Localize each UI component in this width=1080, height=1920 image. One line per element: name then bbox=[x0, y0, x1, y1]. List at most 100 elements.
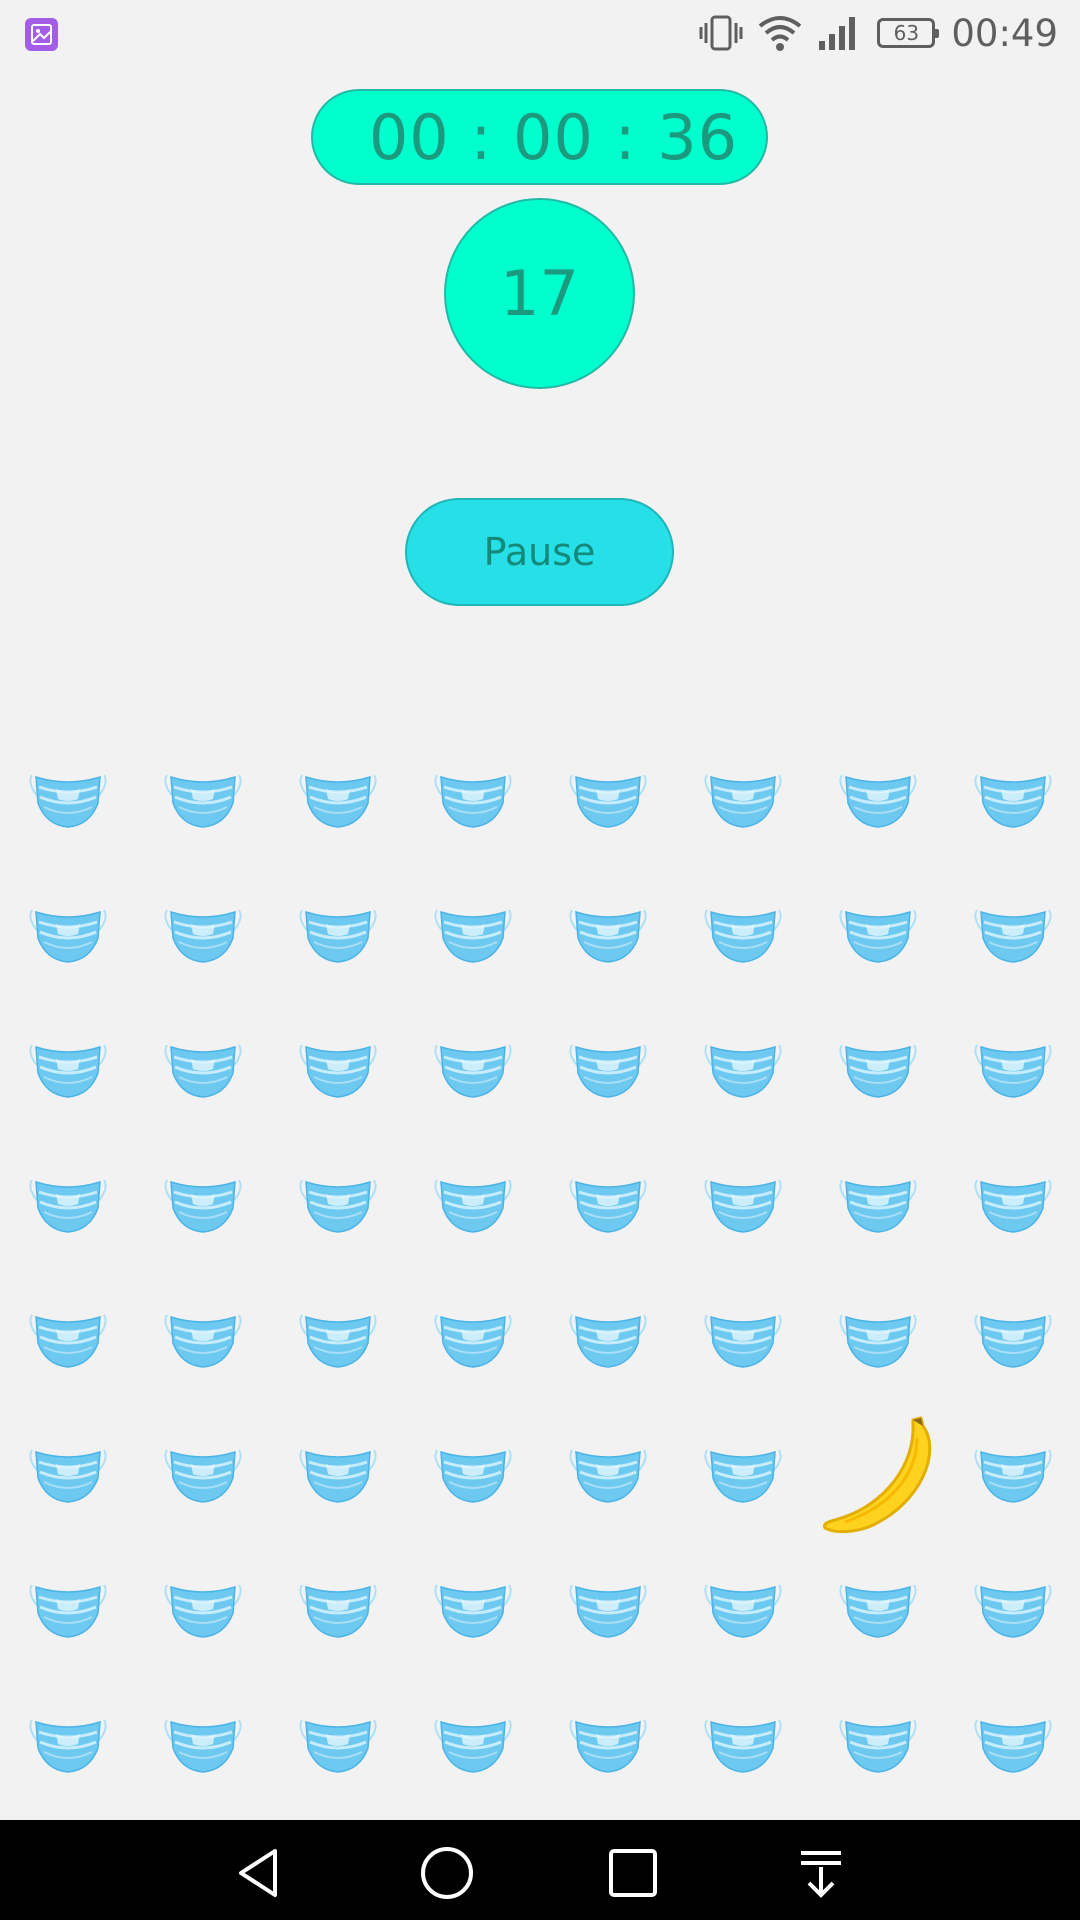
board-tile[interactable] bbox=[270, 1272, 405, 1407]
board-tile[interactable] bbox=[540, 1137, 675, 1272]
board-tile[interactable] bbox=[945, 1272, 1080, 1407]
mask-icon bbox=[431, 1174, 515, 1236]
board-tile[interactable] bbox=[810, 1407, 945, 1542]
mask-icon bbox=[836, 904, 920, 966]
mask-icon bbox=[161, 1714, 245, 1776]
board-tile[interactable] bbox=[405, 1407, 540, 1542]
mask-icon bbox=[431, 1579, 515, 1641]
board-tile[interactable] bbox=[540, 1002, 675, 1137]
board-tile[interactable] bbox=[945, 1137, 1080, 1272]
mask-icon bbox=[971, 1039, 1055, 1101]
board-tile[interactable] bbox=[0, 1677, 135, 1812]
board-tile[interactable] bbox=[945, 732, 1080, 867]
board-tile[interactable] bbox=[135, 1137, 270, 1272]
home-icon[interactable] bbox=[412, 1838, 482, 1908]
board-tile[interactable] bbox=[675, 1272, 810, 1407]
mask-icon bbox=[566, 1714, 650, 1776]
board-tile[interactable] bbox=[0, 1137, 135, 1272]
board-tile[interactable] bbox=[0, 1272, 135, 1407]
board-tile[interactable] bbox=[810, 1677, 945, 1812]
board-tile[interactable] bbox=[405, 732, 540, 867]
mask-icon bbox=[836, 1714, 920, 1776]
mask-icon bbox=[296, 769, 380, 831]
board-tile[interactable] bbox=[135, 1542, 270, 1677]
board-tile[interactable] bbox=[0, 1407, 135, 1542]
board-tile[interactable] bbox=[540, 1407, 675, 1542]
board-tile[interactable] bbox=[945, 867, 1080, 1002]
board-tile[interactable] bbox=[945, 1542, 1080, 1677]
mask-icon bbox=[836, 1174, 920, 1236]
board-tile[interactable] bbox=[540, 867, 675, 1002]
mask-icon bbox=[431, 1309, 515, 1371]
banana-icon bbox=[813, 1410, 943, 1540]
board-tile[interactable] bbox=[405, 1272, 540, 1407]
board-tile[interactable] bbox=[810, 1137, 945, 1272]
board-tile[interactable] bbox=[270, 1542, 405, 1677]
mask-icon bbox=[161, 769, 245, 831]
board-tile[interactable] bbox=[540, 1272, 675, 1407]
mask-icon bbox=[971, 1174, 1055, 1236]
board-tile[interactable] bbox=[135, 1272, 270, 1407]
mask-icon bbox=[26, 1579, 110, 1641]
board-tile[interactable] bbox=[0, 1002, 135, 1137]
mask-icon bbox=[296, 1444, 380, 1506]
mask-icon bbox=[701, 1714, 785, 1776]
board-tile[interactable] bbox=[810, 1272, 945, 1407]
pause-button[interactable]: Pause bbox=[405, 498, 674, 606]
game-timer: 00 : 00 : 36 bbox=[311, 89, 768, 185]
notification-pull-icon[interactable] bbox=[786, 1838, 856, 1908]
board-tile[interactable] bbox=[810, 732, 945, 867]
board-tile[interactable] bbox=[270, 867, 405, 1002]
board-tile[interactable] bbox=[810, 1002, 945, 1137]
board-tile[interactable] bbox=[135, 1677, 270, 1812]
board-tile[interactable] bbox=[675, 1002, 810, 1137]
mask-icon bbox=[701, 1174, 785, 1236]
board-tile[interactable] bbox=[945, 1677, 1080, 1812]
mask-icon bbox=[836, 1579, 920, 1641]
board-tile[interactable] bbox=[0, 867, 135, 1002]
board-tile[interactable] bbox=[405, 867, 540, 1002]
board-tile[interactable] bbox=[135, 732, 270, 867]
board-tile[interactable] bbox=[675, 1677, 810, 1812]
board-tile[interactable] bbox=[405, 1137, 540, 1272]
board-tile[interactable] bbox=[945, 1407, 1080, 1542]
board-tile[interactable] bbox=[270, 1002, 405, 1137]
board-tile[interactable] bbox=[405, 1677, 540, 1812]
mask-icon bbox=[296, 904, 380, 966]
board-tile[interactable] bbox=[135, 1002, 270, 1137]
board-tile[interactable] bbox=[675, 867, 810, 1002]
board-tile[interactable] bbox=[540, 732, 675, 867]
board-tile[interactable] bbox=[405, 1002, 540, 1137]
board-tile[interactable] bbox=[675, 1542, 810, 1677]
mask-icon bbox=[701, 1579, 785, 1641]
board-tile[interactable] bbox=[810, 867, 945, 1002]
board-tile[interactable] bbox=[945, 1002, 1080, 1137]
mask-icon bbox=[971, 1444, 1055, 1506]
recents-icon[interactable] bbox=[598, 1838, 668, 1908]
vibrate-icon bbox=[699, 14, 743, 52]
mask-icon bbox=[161, 904, 245, 966]
board-tile[interactable] bbox=[270, 1137, 405, 1272]
board-tile[interactable] bbox=[810, 1542, 945, 1677]
board-tile[interactable] bbox=[675, 732, 810, 867]
board-tile[interactable] bbox=[270, 1407, 405, 1542]
mask-icon bbox=[971, 769, 1055, 831]
mask-icon bbox=[26, 1309, 110, 1371]
board-tile[interactable] bbox=[405, 1542, 540, 1677]
back-icon[interactable] bbox=[224, 1838, 294, 1908]
board-tile[interactable] bbox=[675, 1137, 810, 1272]
board-tile[interactable] bbox=[675, 1407, 810, 1542]
mask-icon bbox=[26, 769, 110, 831]
board-tile[interactable] bbox=[540, 1542, 675, 1677]
mask-icon bbox=[836, 1039, 920, 1101]
board-tile[interactable] bbox=[0, 1542, 135, 1677]
mask-icon bbox=[566, 769, 650, 831]
mask-icon bbox=[431, 1444, 515, 1506]
board-tile[interactable] bbox=[270, 1677, 405, 1812]
board-tile[interactable] bbox=[135, 1407, 270, 1542]
board-tile[interactable] bbox=[135, 867, 270, 1002]
board-tile[interactable] bbox=[540, 1677, 675, 1812]
mask-icon bbox=[701, 904, 785, 966]
board-tile[interactable] bbox=[0, 732, 135, 867]
board-tile[interactable] bbox=[270, 732, 405, 867]
